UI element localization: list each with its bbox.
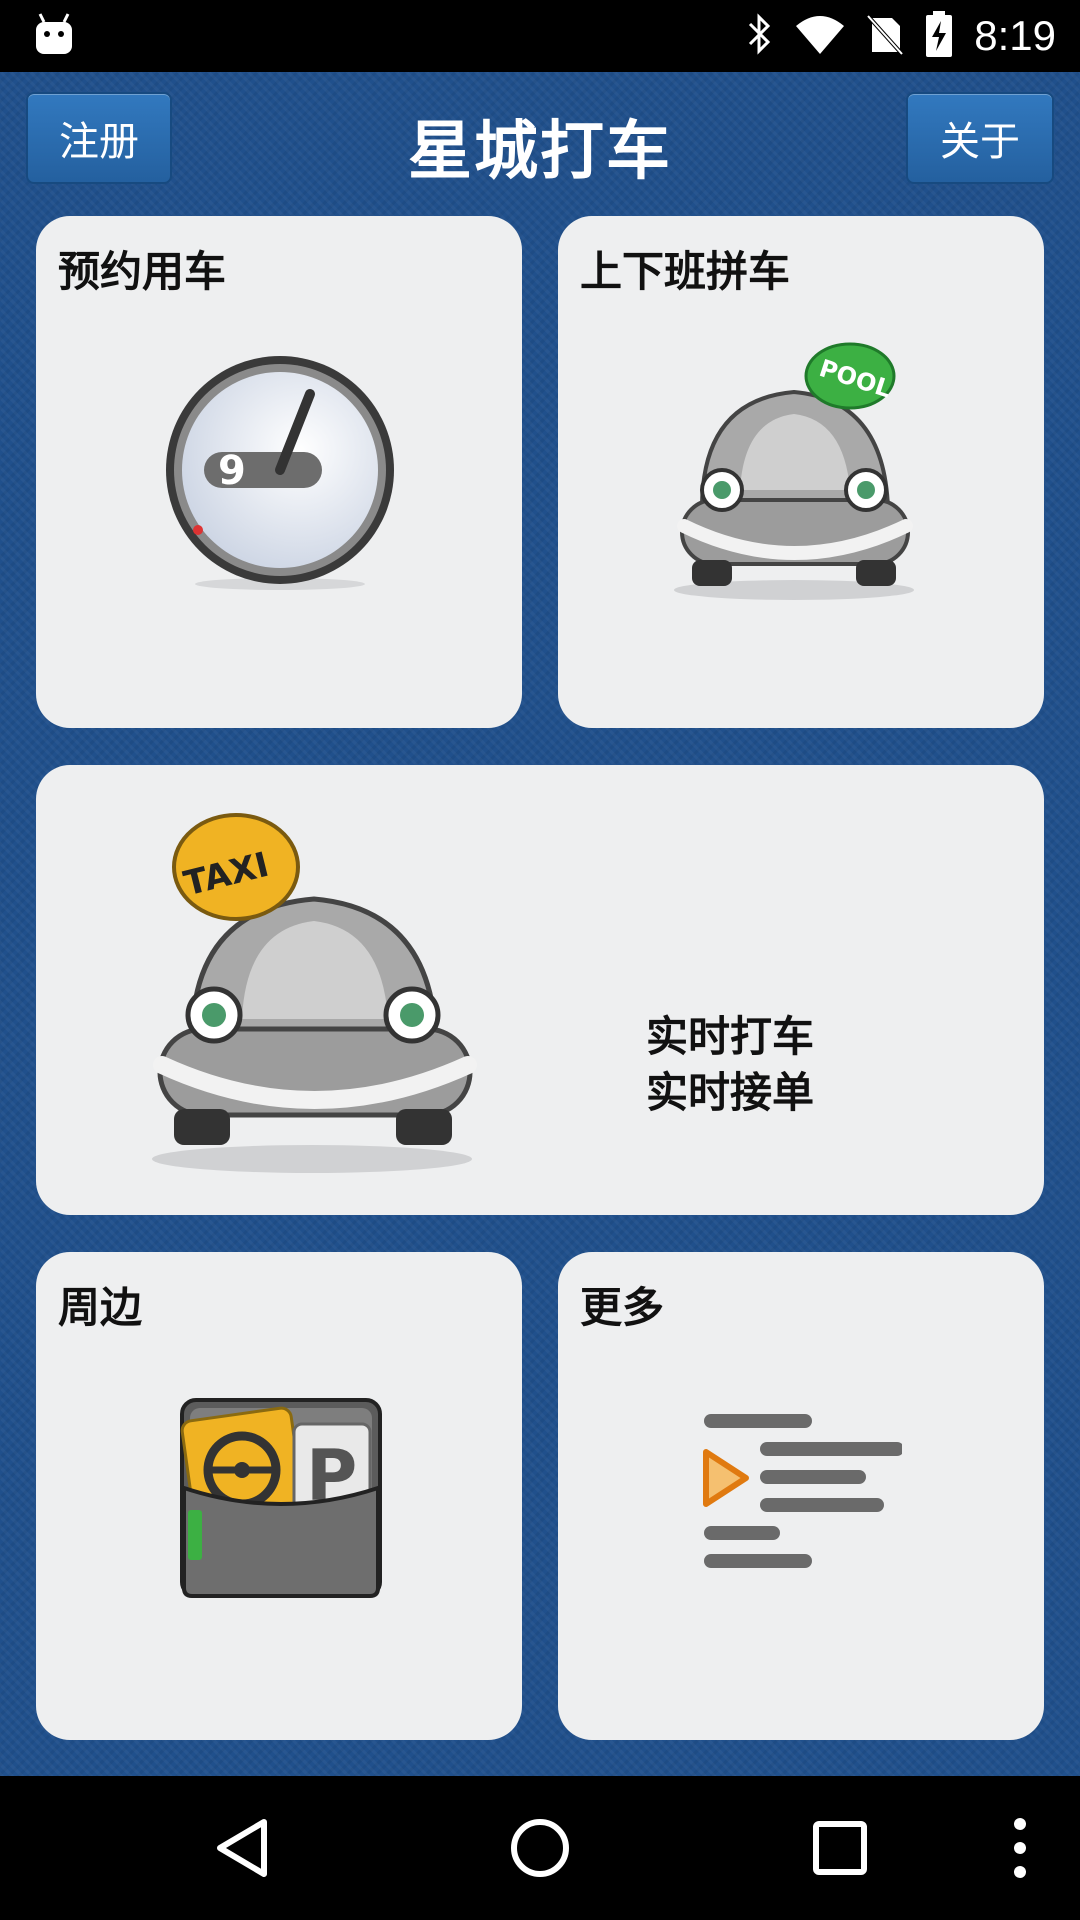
realtime-accept-label: 实时接单 (646, 1068, 815, 1117)
realtime-hail-label: 实时打车 (646, 1012, 815, 1061)
home-icon[interactable] (460, 1776, 620, 1920)
wifi-icon (794, 12, 846, 60)
overflow-menu-icon[interactable] (940, 1776, 1080, 1920)
nearby-label: 周边 (58, 1283, 143, 1332)
reserve-car-label: 预约用车 (58, 247, 227, 296)
carpool-label: 上下班拼车 (580, 247, 791, 296)
nearby-card[interactable]: 周边 P (36, 1252, 522, 1740)
wallet-icon: P (176, 1392, 386, 1606)
realtime-taxi-card[interactable]: TAXI 实时打车 实时接单 (36, 765, 1044, 1215)
back-icon[interactable] (162, 1776, 322, 1920)
android-icon (34, 12, 74, 56)
about-button[interactable]: 关于 (906, 92, 1054, 184)
clock-time: 8:19 (974, 12, 1056, 59)
battery-charging-icon (924, 9, 954, 63)
more-card[interactable]: 更多 (558, 1252, 1044, 1740)
recents-icon[interactable] (760, 1776, 920, 1920)
no-sim-icon (866, 12, 904, 60)
reserve-car-card[interactable]: 预约用车 9 (36, 216, 522, 728)
clock-icon: 9 (160, 352, 400, 596)
navigation-bar (0, 1776, 1080, 1920)
carpool-card[interactable]: 上下班拼车 POOL (558, 216, 1044, 728)
status-bar: 8:19 (0, 0, 1080, 72)
pool-car-icon: POOL (662, 340, 932, 614)
app-screen: 注册 星城打车 关于 预约用车 9 上下班拼车 POOL TAXI 实时打车 实… (0, 72, 1080, 1776)
realtime-labels: 实时打车 实时接单 (646, 1009, 814, 1121)
more-label: 更多 (580, 1283, 665, 1332)
svg-text:9: 9 (218, 448, 246, 494)
taxi-car-icon: TAXI (132, 809, 502, 1183)
bluetooth-icon (744, 12, 774, 60)
menu-list-icon (692, 1408, 904, 1592)
header-bar: 注册 星城打车 关于 (0, 72, 1080, 202)
